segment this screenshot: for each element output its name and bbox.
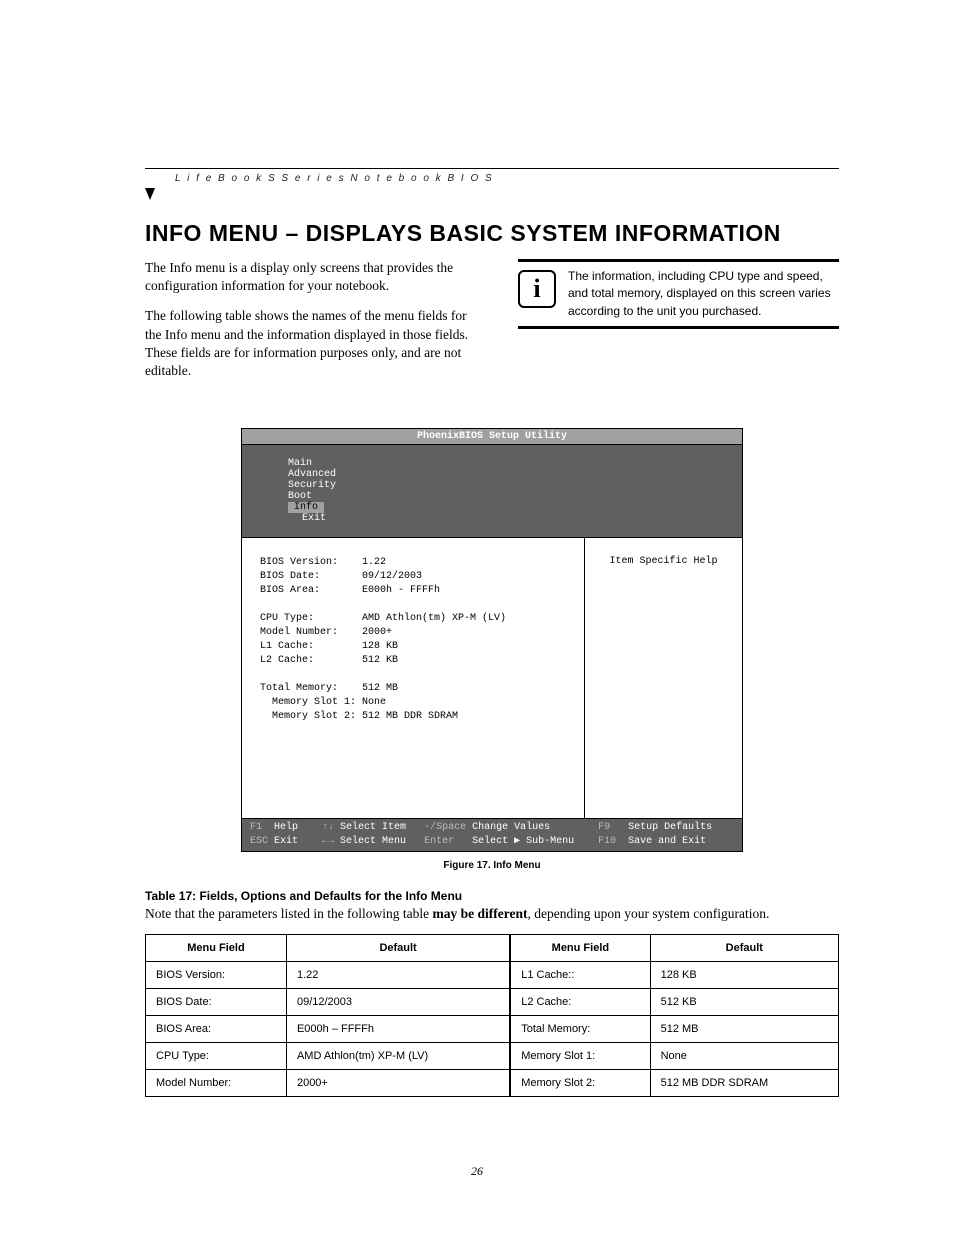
table-cell: 09/12/2003 [286,988,510,1015]
table-cell: AMD Athlon(tm) XP-M (LV) [286,1042,510,1069]
table-note: Note that the parameters listed in the f… [145,905,839,923]
th-default-1: Default [286,934,510,961]
bios-title: PhoenixBIOS Setup Utility [242,429,742,445]
info-rule-bot [518,326,839,329]
table-cell: BIOS Version: [146,961,287,988]
note-a: Note that the parameters listed in the f… [145,906,433,921]
page-title: INFO MENU – DISPLAYS BASIC SYSTEM INFORM… [145,220,839,247]
table-row: CPU Type:AMD Athlon(tm) XP-M (LV)Memory … [146,1042,839,1069]
note-c: , depending upon your system configurati… [528,906,770,921]
table-row: BIOS Version:1.22L1 Cache::128 KB [146,961,839,988]
bios-menubar: Main Advanced Security Boot Info Exit [242,445,742,538]
info-icon: i [518,270,556,308]
info-rule-top [518,259,839,262]
table-cell: 1.22 [286,961,510,988]
bios-tab-security: Security [288,480,366,491]
header-accent-icon [145,188,155,200]
table-cell: Memory Slot 2: [510,1069,650,1096]
table-cell: 128 KB [650,961,838,988]
table-title: Table 17: Fields, Options and Defaults f… [145,889,839,903]
bios-tab-info-selected: Info [288,502,324,513]
page-number: 26 [0,1164,954,1179]
table-cell: E000h – FFFFh [286,1015,510,1042]
intro-paragraph-1: The Info menu is a display only screens … [145,259,480,295]
table-cell: None [650,1042,838,1069]
table-cell: CPU Type: [146,1042,287,1069]
bios-screenshot: PhoenixBIOS Setup Utility Main Advanced … [241,428,743,852]
header-rule [145,168,839,169]
th-menu-field-2: Menu Field [510,934,650,961]
table-cell: Memory Slot 1: [510,1042,650,1069]
bios-footer: F1 Help ↑↓ Select Item -/Space Change Va… [242,818,742,851]
table-cell: 512 MB [650,1015,838,1042]
bios-tab-boot: Boot [288,491,340,502]
bios-tab-main: Main [288,458,336,469]
table-cell: Model Number: [146,1069,287,1096]
table-row: BIOS Area:E000h – FFFFhTotal Memory:512 … [146,1015,839,1042]
bios-help-panel: Item Specific Help [584,538,742,818]
table-cell: Total Memory: [510,1015,650,1042]
intro-p2-text: The following table shows the names of t… [145,308,468,378]
table-row: BIOS Date:09/12/2003L2 Cache:512 KB [146,988,839,1015]
table-cell: 2000+ [286,1069,510,1096]
note-b: may be different [433,906,528,921]
fields-table: Menu Field Default Menu Field Default BI… [145,934,839,1097]
bios-tab-advanced: Advanced [288,469,354,480]
table-cell: L1 Cache:: [510,961,650,988]
table-cell: BIOS Area: [146,1015,287,1042]
table-cell: 512 MB DDR SDRAM [650,1069,838,1096]
figure-caption: Figure 17. Info Menu [145,860,839,871]
intro-paragraph-2: The following table shows the names of t… [145,307,480,380]
intro-p2-dot: . [188,363,191,378]
bios-tab-exit: Exit [288,513,352,524]
th-menu-field-1: Menu Field [146,934,287,961]
table-cell: BIOS Date: [146,988,287,1015]
info-blurb: The information, including CPU type and … [568,268,839,320]
table-cell: L2 Cache: [510,988,650,1015]
header-text: L i f e B o o k S S e r i e s N o t e b … [175,173,494,184]
table-row: Model Number:2000+Memory Slot 2:512 MB D… [146,1069,839,1096]
bios-info-panel: BIOS Version: 1.22 BIOS Date: 09/12/2003… [242,538,584,818]
th-default-2: Default [650,934,838,961]
table-cell: 512 KB [650,988,838,1015]
